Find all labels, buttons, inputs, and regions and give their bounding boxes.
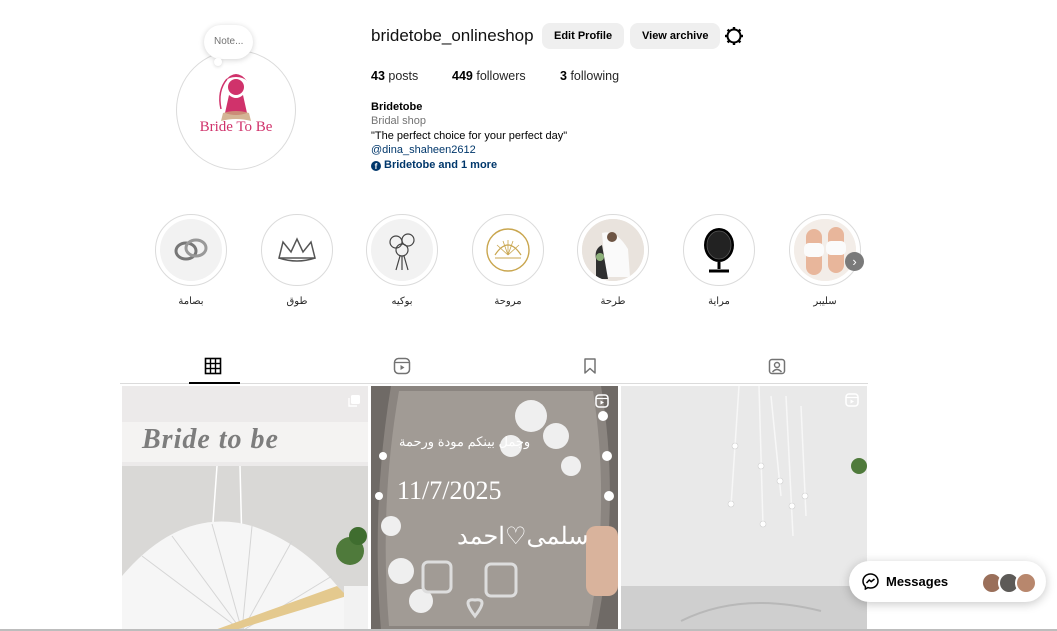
post-thumbnail[interactable]: وجمل بينكم مودة ورحمة 11/7/2025 سلمى♡احم… — [371, 386, 618, 631]
posts-count: 43 — [371, 69, 385, 83]
highlight-label: بصامة — [178, 296, 204, 307]
posts-grid-tab[interactable] — [204, 357, 224, 377]
reels-tab[interactable] — [393, 357, 413, 377]
post-banner-text: Bride to be — [142, 424, 279, 455]
bride-logo-icon — [178, 52, 294, 168]
crown-icon — [266, 219, 328, 281]
highlight-label: مروحة — [494, 296, 522, 307]
highlight-item[interactable]: مروحة — [472, 214, 544, 307]
post-image-mirror — [371, 386, 618, 631]
mirror-icon — [688, 219, 750, 281]
following-count: 3 — [560, 69, 567, 83]
bio-link-label: Bridetobe and 1 more — [384, 159, 498, 171]
veil-photo-icon — [582, 219, 644, 281]
followers-label: followers — [476, 69, 526, 83]
post-names-text: سلمى♡احمد — [457, 523, 589, 550]
active-tab-indicator — [189, 382, 240, 384]
bookmark-icon — [584, 358, 596, 374]
messages-button[interactable]: Messages — [849, 561, 1046, 602]
post-date-text: 11/7/2025 — [397, 476, 502, 505]
posts-label: posts — [388, 69, 419, 83]
highlight-item[interactable]: بوكيه — [366, 214, 438, 307]
view-archive-button[interactable]: View archive — [630, 23, 721, 49]
following-label: following — [570, 69, 620, 83]
tagged-user-icon — [768, 358, 786, 375]
bio-mention-link[interactable]: @dina_shaheen2612 — [371, 144, 476, 156]
post-thumbnail[interactable]: Bride to be — [122, 386, 368, 631]
following-stat[interactable]: 3 following — [560, 69, 619, 83]
highlight-item[interactable]: بصامة — [155, 214, 227, 307]
bio-external-link[interactable]: f Bridetobe and 1 more — [371, 159, 497, 171]
note-tail — [214, 58, 222, 66]
reel-icon — [595, 394, 609, 408]
tagged-tab[interactable] — [768, 357, 788, 377]
highlight-item[interactable]: طرحة — [577, 214, 649, 307]
highlight-label: طوق — [286, 296, 308, 307]
highlight-label: بوكيه — [391, 296, 413, 307]
rings-icon — [160, 219, 222, 281]
highlight-item[interactable]: مراية — [683, 214, 755, 307]
note-bubble[interactable]: Note... — [204, 25, 254, 59]
grid-icon — [204, 357, 222, 375]
bio-text: "The perfect choice for your perfect day… — [371, 130, 568, 142]
saved-tab[interactable] — [581, 357, 601, 377]
post-arabic-verse: وجمل بينكم مودة ورحمة — [399, 434, 531, 449]
messages-label: Messages — [886, 574, 949, 589]
post-image-bride-fan — [122, 386, 368, 631]
highlight-label: مراية — [708, 296, 730, 307]
chevron-right-icon[interactable]: › — [845, 252, 864, 271]
bio-category: Bridal shop — [371, 115, 427, 127]
post-thumbnail[interactable] — [621, 386, 867, 631]
profile-username: bridetobe_onlineshop — [371, 26, 534, 45]
logo-text: Bride To Be — [199, 119, 273, 135]
highlight-label: طرحة — [600, 296, 626, 307]
bouquet-icon — [371, 219, 433, 281]
profile-avatar[interactable]: Bride To Be — [176, 50, 296, 170]
post-image-veil — [621, 386, 867, 631]
facebook-icon: f — [371, 161, 381, 171]
followers-count: 449 — [452, 69, 473, 83]
reel-icon — [845, 393, 859, 407]
avatar — [1015, 572, 1037, 594]
highlight-item[interactable]: طوق — [261, 214, 333, 307]
fan-icon — [477, 219, 539, 281]
messenger-icon — [862, 573, 879, 591]
posts-stat: 43 posts — [371, 69, 418, 83]
slippers-photo-icon — [794, 219, 856, 281]
edit-profile-button[interactable]: Edit Profile — [542, 23, 625, 49]
followers-stat[interactable]: 449 followers — [452, 69, 526, 83]
highlight-label: سليبر — [813, 296, 837, 307]
carousel-icon — [348, 394, 360, 407]
reels-icon — [393, 357, 411, 375]
settings-gear-icon[interactable] — [724, 26, 744, 46]
bio-name: Bridetobe — [371, 101, 423, 113]
